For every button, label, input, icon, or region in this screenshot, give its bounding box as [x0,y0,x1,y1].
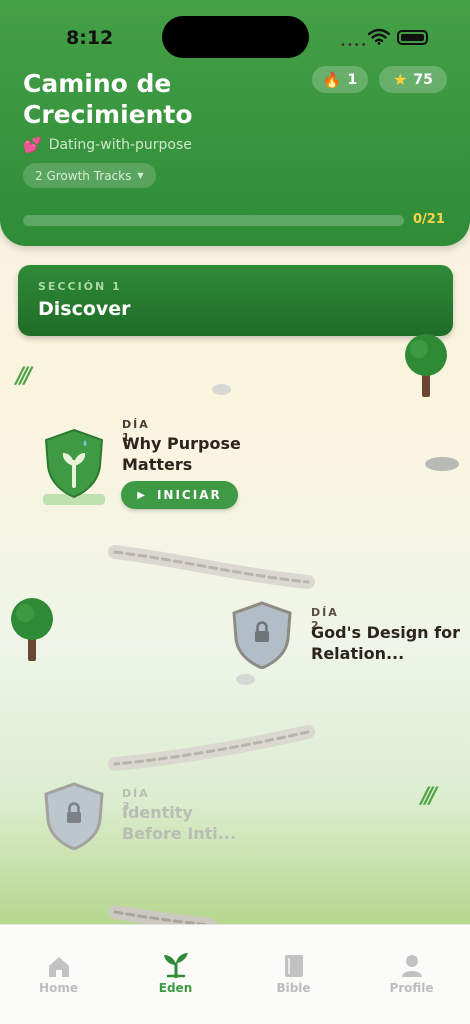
pebble [425,457,459,471]
tab-bible[interactable]: Bible [235,925,352,995]
lesson-title: Identity Before Inti... [122,803,237,843]
tab-home[interactable]: Home [0,925,117,995]
grass-icon: /// [16,364,32,389]
tree-icon [405,334,447,397]
sprout-icon [163,953,188,978]
tab-label: Home [39,981,78,995]
lock-shield-icon [44,782,104,850]
start-lesson-button[interactable]: ▶ INICIAR [121,481,238,509]
eden-screen: 8:12 •••• Camino de Crecimiento 💕 Dating… [0,0,470,1024]
tree-icon [11,598,53,661]
lock-shield-icon [232,601,292,669]
pebble [236,674,255,685]
tab-profile[interactable]: Profile [353,925,470,995]
book-icon [284,955,303,977]
tab-eden[interactable]: Eden [117,925,234,995]
tab-bar: Home Eden Bible Profile [0,924,470,1024]
lesson-title: God's Design for Relation... [311,623,460,663]
grass-icon: /// [421,784,437,809]
person-icon [401,955,422,977]
tab-label: Bible [276,981,311,995]
tab-label: Profile [389,981,434,995]
home-icon [48,957,69,977]
tab-label: Eden [158,981,193,995]
sprout-shield-icon [44,428,104,498]
pebble [212,384,231,395]
start-button-label: INICIAR [156,488,222,502]
play-icon: ▶ [137,489,147,501]
lesson-title: Why Purpose Matters [122,434,241,474]
